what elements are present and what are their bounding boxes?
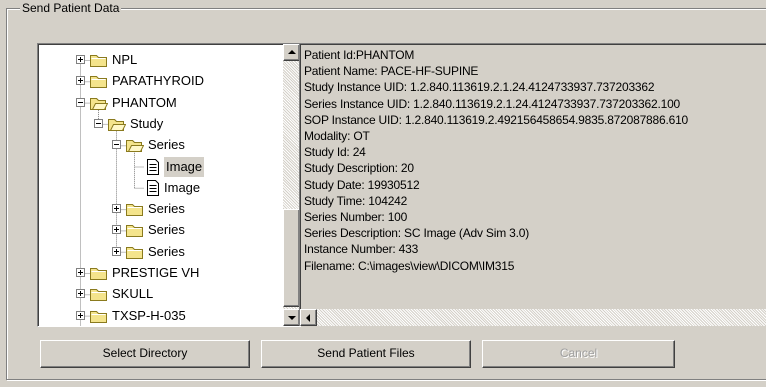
tree-node-label: SKULL bbox=[112, 286, 154, 302]
info-line: Patient Id:PHANTOM bbox=[304, 48, 415, 62]
arrow-left-icon bbox=[306, 314, 310, 322]
tree-node-label: Series bbox=[148, 137, 185, 153]
expand-plus-icon[interactable] bbox=[112, 225, 121, 235]
dicom-info-panel: Patient Id:PHANTOM Patient Name: PACE-HF-… bbox=[299, 43, 766, 326]
tree-node-label: TXSP-H-035 bbox=[112, 307, 186, 323]
folder-icon bbox=[90, 308, 108, 324]
info-line: Instance Number: 433 bbox=[304, 242, 419, 257]
expand-plus-icon[interactable] bbox=[76, 310, 85, 320]
folder-icon bbox=[90, 265, 108, 281]
arrow-up-icon bbox=[288, 50, 296, 54]
tree-node-label: Series bbox=[148, 243, 185, 259]
tree-node-label: Series bbox=[148, 201, 185, 217]
expand-plus-icon[interactable] bbox=[76, 268, 85, 277]
folder-icon bbox=[90, 286, 108, 302]
info-line: Series Number: 100 bbox=[304, 210, 408, 225]
select-directory-button[interactable]: Select Directory bbox=[40, 340, 250, 368]
scroll-thumb[interactable] bbox=[283, 209, 300, 307]
collapse-minus-icon[interactable] bbox=[76, 97, 85, 107]
info-line: Series Description: SC Image (Adv Sim 3.… bbox=[304, 226, 530, 241]
info-line: Series Instance UID: 1.2.840.113619.2.1.… bbox=[304, 96, 681, 111]
tree-node-label: Series bbox=[148, 222, 185, 238]
tree-node-label: PHANTOM bbox=[112, 94, 177, 110]
expand-plus-icon[interactable] bbox=[76, 55, 85, 64]
folder-icon bbox=[90, 73, 108, 89]
tree-node-label: Image bbox=[164, 179, 201, 195]
tree-node-label: Image bbox=[164, 156, 205, 177]
info-line: Study Time: 104242 bbox=[304, 193, 408, 208]
document-icon bbox=[146, 179, 160, 196]
tree-node-label: PARATHYROID bbox=[112, 73, 204, 89]
dicom-info-text: Patient Id:PHANTOM Patient Name: PACE-HF-… bbox=[304, 47, 688, 274]
expand-plus-icon[interactable] bbox=[112, 204, 121, 214]
tree-node-label: Study bbox=[130, 115, 164, 131]
folder-icon bbox=[126, 244, 144, 260]
tree-node-label: PRESTIGE VH bbox=[112, 265, 200, 280]
patient-tree[interactable]: NPL PARATHYROID PHANTOM Study Series Image Ima… bbox=[37, 43, 301, 327]
send-patient-files-button[interactable]: Send Patient Files bbox=[261, 340, 471, 368]
info-horizontal-scrollbar[interactable] bbox=[300, 309, 766, 326]
cancel-button[interactable]: Cancel bbox=[482, 340, 675, 368]
expand-plus-icon[interactable] bbox=[112, 246, 121, 256]
document-icon bbox=[146, 158, 160, 175]
scroll-up-button[interactable] bbox=[283, 44, 300, 61]
folder-open-icon bbox=[108, 116, 127, 132]
expand-plus-icon[interactable] bbox=[76, 76, 85, 86]
tree-vertical-scrollbar[interactable] bbox=[283, 44, 300, 326]
folder-open-icon bbox=[90, 95, 109, 111]
info-line: Study Date: 19930512 bbox=[304, 177, 420, 192]
group-title: Send Patient Data bbox=[20, 1, 122, 15]
folder-icon bbox=[90, 52, 108, 68]
scroll-down-button[interactable] bbox=[283, 309, 300, 326]
folder-icon bbox=[126, 222, 144, 238]
scroll-left-button[interactable] bbox=[300, 309, 317, 326]
info-line: Study Instance UID: 1.2.840.113619.2.1.2… bbox=[304, 80, 655, 95]
info-line: Study Description: 20 bbox=[304, 161, 414, 176]
info-line: SOP Instance UID: 1.2.840.113619.2.49215… bbox=[304, 112, 689, 127]
folder-icon bbox=[126, 201, 144, 217]
info-line: Patient Name: PACE-HF-SUPINE bbox=[304, 64, 479, 79]
tree-node-label: NPL bbox=[112, 52, 138, 67]
collapse-minus-icon[interactable] bbox=[112, 140, 121, 150]
info-line: Filename: C:\images\view\DICOM\IM315 bbox=[304, 258, 515, 273]
arrow-down-icon bbox=[288, 316, 296, 320]
folder-open-icon bbox=[126, 137, 145, 153]
info-line: Study Id: 24 bbox=[304, 145, 366, 160]
expand-plus-icon[interactable] bbox=[76, 289, 85, 299]
collapse-minus-icon[interactable] bbox=[94, 118, 103, 128]
info-line: Modality: OT bbox=[304, 129, 370, 144]
